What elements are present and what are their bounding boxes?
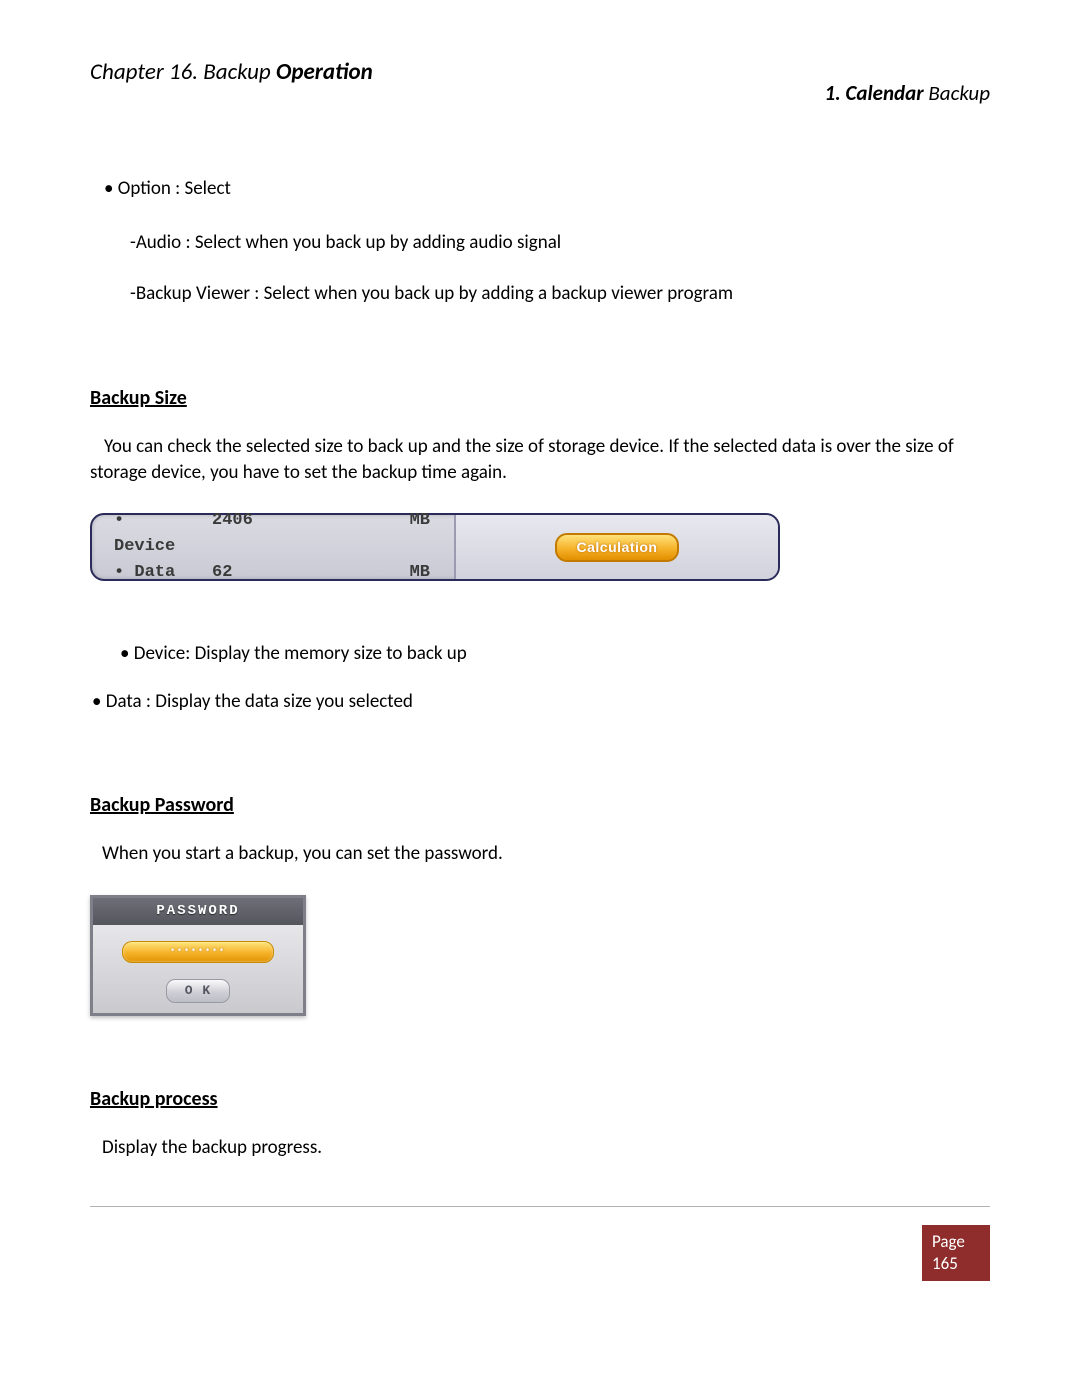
size-data-unit: MB (390, 560, 430, 586)
backup-password-para: When you start a backup, you can set the… (102, 841, 990, 867)
option-audio-line: -Audio : Select when you back up by addi… (130, 230, 990, 256)
device-desc-line: • Device: Display the memory size to bac… (120, 641, 990, 667)
page-header: Chapter 16. Backup Operation 1. Calendar… (90, 58, 990, 106)
chapter-title: Chapter 16. Backup Operation (90, 58, 373, 86)
size-device-label: • Device (114, 508, 192, 560)
password-dialog-title: PASSWORD (93, 898, 303, 925)
section-title: 1. Calendar Backup (825, 80, 990, 106)
password-dialog-body: ******** O K (93, 925, 303, 1013)
section-suffix: Backup (924, 80, 990, 106)
data-desc-line: • Data : Display the data size you selec… (92, 689, 990, 715)
size-row-data: • Data 62 MB (114, 560, 454, 586)
password-input[interactable]: ******** (122, 941, 274, 963)
page-number-badge: Page 165 (922, 1225, 990, 1281)
ok-button[interactable]: O K (166, 979, 230, 1003)
backup-size-values: • Device 2406 MB • Data 62 MB (92, 515, 454, 579)
option-viewer-line: -Backup Viewer : Select when you back up… (130, 281, 990, 307)
backup-size-widget: • Device 2406 MB • Data 62 MB Calculatio… (90, 513, 780, 581)
size-device-value: 2406 (212, 508, 264, 560)
option-select-line: • Option : Select (104, 176, 990, 202)
backup-size-heading: Backup Size (90, 385, 990, 412)
backup-size-action: Calculation (454, 515, 778, 579)
size-row-device: • Device 2406 MB (114, 508, 454, 560)
backup-process-para: Display the backup progress. (102, 1135, 990, 1161)
calculation-button[interactable]: Calculation (555, 533, 680, 562)
document-page: Chapter 16. Backup Operation 1. Calendar… (0, 0, 1080, 1397)
page-body: • Option : Select -Audio : Select when y… (90, 176, 990, 1160)
password-dialog: PASSWORD ******** O K (90, 895, 306, 1015)
footer-rule (90, 1206, 990, 1207)
page-label: Page (932, 1231, 980, 1253)
size-data-value: 62 (212, 560, 264, 586)
chapter-bold: Operation (276, 58, 373, 86)
page-number: 165 (932, 1253, 980, 1275)
backup-process-heading: Backup process (90, 1086, 990, 1113)
section-bold: 1. Calendar (825, 80, 924, 106)
size-data-label: • Data (114, 560, 192, 586)
backup-size-para: You can check the selected size to back … (90, 434, 990, 485)
size-device-unit: MB (390, 508, 430, 560)
backup-password-heading: Backup Password (90, 792, 990, 819)
chapter-prefix: Chapter 16. Backup (90, 58, 276, 86)
backup-size-text: You can check the selected size to back … (90, 435, 954, 484)
